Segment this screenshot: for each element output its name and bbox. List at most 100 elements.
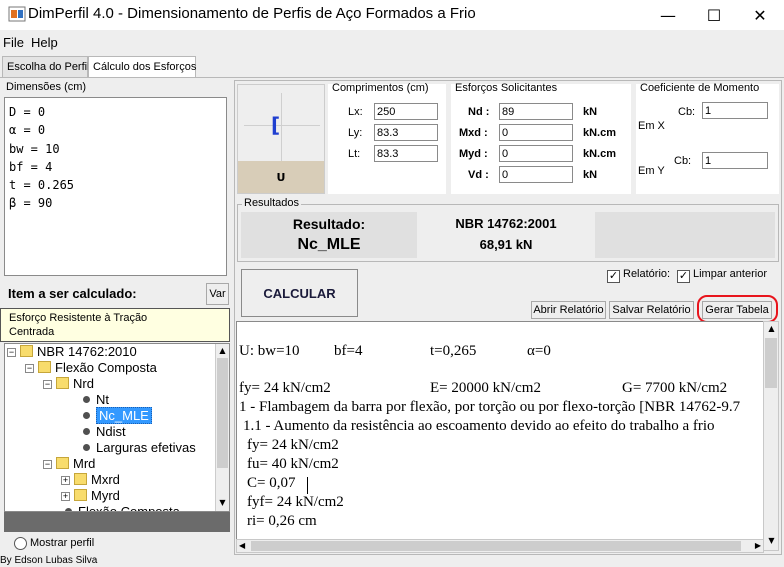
text-caret <box>307 477 308 494</box>
dimensions-textarea[interactable]: D = 0 α = 0 bw = 10 bf = 4 t = 0.265 β =… <box>4 97 227 276</box>
menu-file[interactable]: File <box>3 35 24 50</box>
norm-value: 68,91 kN <box>479 237 533 252</box>
expand-icon[interactable]: + <box>61 476 70 485</box>
report-scrollbar[interactable]: ▲ ▼ <box>763 321 779 551</box>
minimize-button[interactable]: — <box>645 0 691 30</box>
tree-flexao[interactable]: − Flexão Composta <box>25 360 157 376</box>
tree-scrollbar[interactable]: ▲ ▼ <box>215 344 229 511</box>
close-button[interactable]: ✕ <box>737 0 783 30</box>
report-g: G= 7700 kN/cm2 <box>622 380 728 396</box>
report-hscrollbar[interactable]: ◀ ▶ <box>236 539 764 553</box>
menu-bar: File Help <box>0 32 784 54</box>
collapse-icon[interactable]: − <box>25 364 34 373</box>
leaf-icon <box>83 412 90 419</box>
tree-nc-mle[interactable]: Nc_MLE <box>81 407 152 424</box>
scroll-up-icon[interactable]: ▲ <box>217 346 228 356</box>
resultado-label: Resultado: <box>292 216 366 232</box>
tooltip: Esforço Resistente à Tração Centrada <box>0 308 230 342</box>
dim-line-bw: bw = 10 <box>9 141 60 156</box>
tab-escolha-perfil[interactable]: Escolha do Perfil <box>2 56 90 78</box>
report-line: C= 0,07 <box>247 475 296 491</box>
folder-icon <box>56 457 69 469</box>
scroll-left-icon[interactable]: ◀ <box>239 541 245 550</box>
lt-field[interactable] <box>374 145 438 162</box>
momento-group: Coeficiente de Momento Cb: Em X Cb: Em Y <box>636 82 779 194</box>
resultado-value: Nc_MLE <box>297 236 361 253</box>
collapse-icon[interactable]: − <box>43 380 52 389</box>
tree-flexao-2[interactable]: Flexão Composta <box>63 504 180 511</box>
item-label: Item a ser calculado: <box>8 286 137 301</box>
vd-field[interactable] <box>499 166 573 183</box>
tree-larguras[interactable]: Larguras efetivas <box>81 440 196 456</box>
limpar-checkbox[interactable]: ✓ Limpar anterior <box>677 268 767 283</box>
tree-ndist[interactable]: Ndist <box>81 424 126 440</box>
leaf-icon <box>83 428 90 435</box>
tree-scroll-thumb[interactable] <box>217 358 228 468</box>
report-scroll-thumb[interactable] <box>765 338 777 388</box>
calcular-button[interactable]: CALCULAR <box>241 269 358 317</box>
mxd-unit: kN.cm <box>583 127 617 139</box>
report-line: fu= 40 kN/cm2 <box>247 456 339 472</box>
abrir-relatorio-button[interactable]: Abrir Relatório <box>531 301 606 319</box>
tree-root[interactable]: − NBR 14762:2010 <box>7 344 137 360</box>
report-alpha: α=0 <box>527 343 551 359</box>
relatorio-checkbox[interactable]: ✓ Relatório: <box>607 268 670 283</box>
norm-label: NBR 14762:2001 <box>455 216 557 231</box>
tab-calculo-esforcos[interactable]: Cálculo dos Esforços <box>88 56 196 78</box>
esforcos-title: Esforços Solicitantes <box>455 82 558 94</box>
menu-help[interactable]: Help <box>31 35 58 50</box>
report-line: fy= 24 kN/cm2 <box>247 437 339 453</box>
tree-nrd[interactable]: − Nrd <box>43 376 94 392</box>
salvar-relatorio-button[interactable]: Salvar Relatório <box>609 301 694 319</box>
scroll-down-icon[interactable]: ▼ <box>217 498 228 508</box>
lx-field[interactable] <box>374 103 438 120</box>
lx-label: Lx: <box>348 106 363 118</box>
tree-mxrd[interactable]: + Mxrd <box>61 472 120 488</box>
collapse-icon[interactable]: − <box>7 348 16 357</box>
nd-field[interactable] <box>499 103 573 120</box>
calc-tree[interactable]: − NBR 14762:2010 − Flexão Composta − Nrd Nt… <box>4 343 230 512</box>
expand-icon[interactable]: + <box>61 492 70 501</box>
tree-nt[interactable]: Nt <box>81 392 109 408</box>
folder-icon <box>74 473 87 485</box>
myd-field[interactable] <box>499 145 573 162</box>
mostrar-perfil-radio[interactable] <box>14 537 27 550</box>
momento-title: Coeficiente de Momento <box>640 82 760 94</box>
report-line: fyf= 24 kN/cm2 <box>247 494 344 510</box>
minimize-icon: — <box>660 5 676 25</box>
maximize-button[interactable]: ☐ <box>691 0 737 30</box>
section-shape-icon: [ <box>271 113 281 137</box>
report-textarea[interactable]: U: bw=10 bf=4 t=0,265 α=0 fy= 24 kN/cm2 … <box>236 321 764 551</box>
var-button[interactable]: Var <box>206 283 229 305</box>
collapse-icon[interactable]: − <box>43 460 52 469</box>
scroll-down-icon[interactable]: ▼ <box>766 536 777 546</box>
nd-label: Nd : <box>468 106 490 118</box>
scroll-right-icon[interactable]: ▶ <box>755 541 761 550</box>
cb1-label: Cb: <box>678 106 696 118</box>
scroll-up-icon[interactable]: ▲ <box>766 324 777 334</box>
resultados-title: Resultados <box>242 197 302 209</box>
axis-horizontal <box>244 125 320 126</box>
tree-myrd[interactable]: + Myrd <box>61 488 120 504</box>
dim-line-bf: bf = 4 <box>9 159 53 174</box>
cb-y-field[interactable] <box>702 152 768 169</box>
report-line: 1 - Flambagem da barra por flexão, por t… <box>239 399 741 415</box>
dim-line-t: t = 0.265 <box>9 178 75 193</box>
profile-preview: [ U <box>237 84 325 194</box>
extra-result-box <box>595 212 775 258</box>
em-y-label: Em Y <box>638 165 665 177</box>
ly-field[interactable] <box>374 124 438 141</box>
report-fy: fy= 24 kN/cm2 <box>239 380 331 396</box>
tab-divider <box>0 77 784 78</box>
cb-x-field[interactable] <box>702 102 768 119</box>
dimensions-title: Dimensões (cm) <box>6 81 87 93</box>
footer-credit: By Edson Lubas Silva <box>0 555 98 566</box>
folder-icon <box>74 489 87 501</box>
tree-mrd[interactable]: − Mrd <box>43 456 95 472</box>
myd-unit: kN.cm <box>583 148 617 160</box>
norm-result: NBR 14762:2001 68,91 kN <box>420 212 592 258</box>
vd-label: Vd : <box>468 169 489 181</box>
report-hscroll-thumb[interactable] <box>251 541 741 551</box>
mxd-field[interactable] <box>499 124 573 141</box>
report-e: E= 20000 kN/cm2 <box>430 380 541 396</box>
